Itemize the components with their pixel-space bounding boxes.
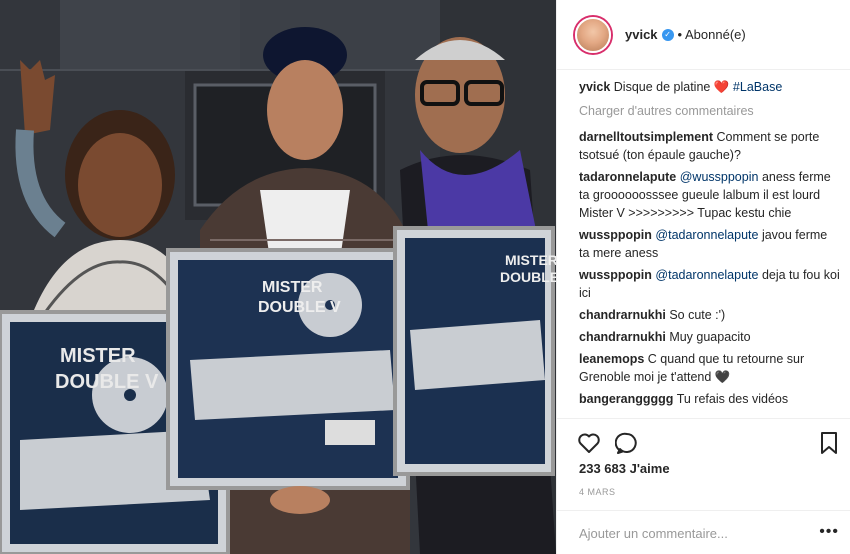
comments-list: yvick Disque de platine ❤️ #LaBase Charg… [579, 78, 841, 418]
comment-username[interactable]: wussppopin [579, 228, 652, 242]
center-frame-title-1: MISTER [262, 279, 323, 296]
comment-username[interactable]: leanemops [579, 352, 644, 366]
more-options-icon[interactable]: ••• [819, 523, 839, 541]
left-frame-title-1: MISTER [60, 345, 136, 367]
comment-username[interactable]: darnelltoutsimplement [579, 130, 713, 144]
comment-username[interactable]: tadaronnelapute [579, 170, 676, 184]
post-header: yvick ✓ • Abonné(e) [557, 0, 850, 70]
comment-item: chandrarnukhi So cute :') [579, 306, 841, 324]
verified-badge-icon: ✓ [661, 28, 674, 41]
comment-mention[interactable]: @tadaronnelapute [655, 268, 758, 282]
comment-item: wussppopin @tadaronnelapute deja tu fou … [579, 266, 841, 302]
comment-text: So cute :') [669, 308, 726, 322]
comment-mention[interactable]: @wussppopin [680, 170, 759, 184]
comment-mention[interactable]: @tadaronnelapute [655, 228, 758, 242]
post-photo[interactable]: MISTER DOUBLE V MISTER DOUBLE V MISTER D… [0, 0, 556, 554]
center-frame-title-2: DOUBLE V [258, 299, 341, 316]
comment-item: bangeranggggg Tu refais des vidéos [579, 390, 841, 408]
speech-bubble-icon[interactable] [614, 431, 639, 460]
caption-hashtag[interactable]: #LaBase [733, 80, 782, 94]
post-photo-illustration: MISTER DOUBLE V MISTER DOUBLE V MISTER D… [0, 0, 556, 554]
comment-username[interactable]: bangeranggggg [579, 392, 673, 406]
right-frame-title-2: DOUBLE V [500, 269, 556, 285]
post-date: 4 MARS [579, 487, 616, 497]
follow-status[interactable]: • Abonné(e) [678, 27, 746, 42]
right-frame-title-1: MISTER [505, 252, 556, 268]
caption-text: Disque de platine [613, 80, 711, 94]
comment-username[interactable]: chandrarnukhi [579, 308, 666, 322]
comment-item: tadaronnelapute @wussppopin aness ferme … [579, 168, 841, 222]
post-side-panel: yvick ✓ • Abonné(e) yvick Disque de plat… [556, 0, 850, 554]
comment-input[interactable] [577, 521, 801, 545]
follow-status-label: Abonné(e) [685, 27, 746, 42]
comment-text: Tu refais des vidéos [676, 392, 789, 406]
heart-outline-icon[interactable] [577, 431, 601, 460]
bookmark-icon[interactable] [819, 431, 839, 460]
caption-username[interactable]: yvick [579, 80, 610, 94]
likes-count[interactable]: 233 683 J'aime [579, 461, 670, 476]
load-more-comments-button[interactable]: Charger d'autres commentaires [579, 102, 841, 120]
comment-text: Muy guapacito [669, 330, 751, 344]
post-username[interactable]: yvick [625, 27, 658, 42]
left-frame-title-2: DOUBLE V [55, 371, 159, 393]
comment-item: chandrarnukhi Muy guapacito [579, 328, 841, 346]
comment-item: leanemops C quand que tu retourne sur Gr… [579, 350, 841, 386]
comment-item: darnelltoutsimplement Comment se porte t… [579, 128, 841, 164]
caption: yvick Disque de platine ❤️ #LaBase [579, 78, 841, 96]
comment-form: ••• [557, 510, 850, 554]
heart-emoji-icon: ❤️ [713, 80, 730, 94]
comment-username[interactable]: wussppopin [579, 268, 652, 282]
avatar[interactable] [575, 16, 611, 53]
comment-item: wussppopin @tadaronnelapute javou ferme … [579, 226, 841, 262]
comment-username[interactable]: chandrarnukhi [579, 330, 666, 344]
